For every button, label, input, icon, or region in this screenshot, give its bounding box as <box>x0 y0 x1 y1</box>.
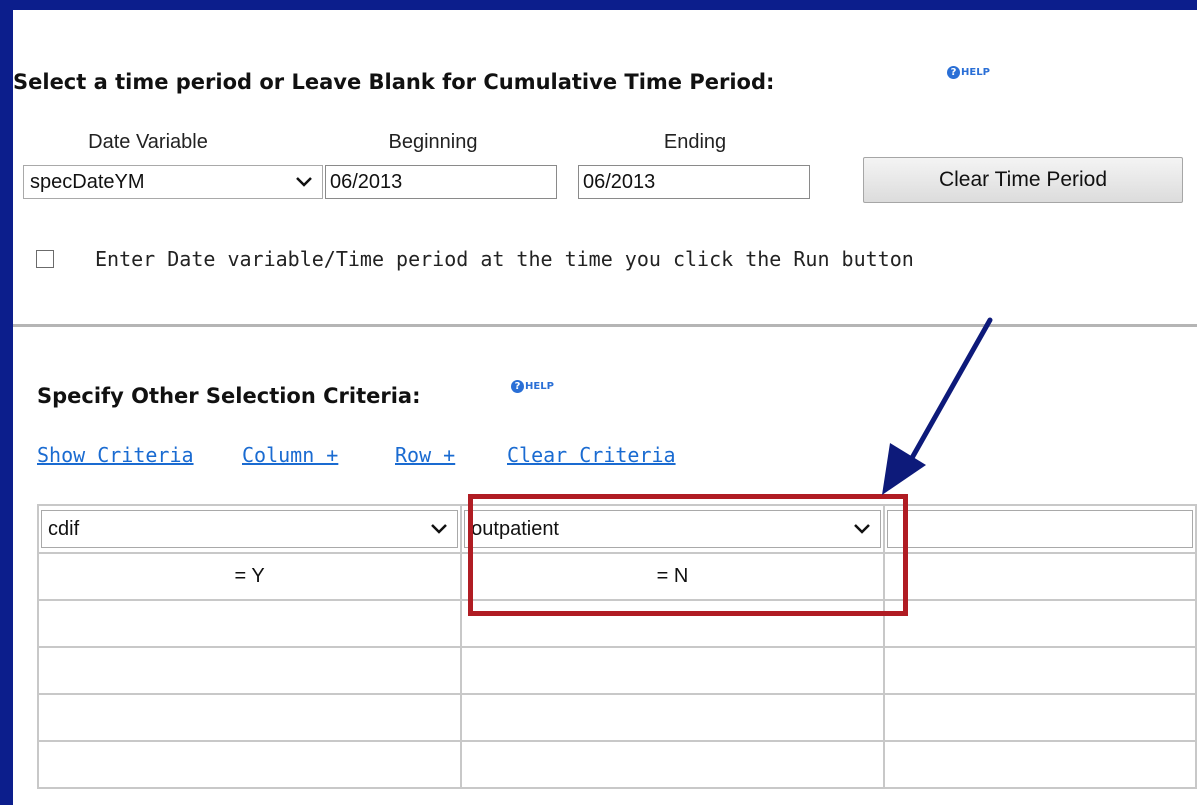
criteria-help-link[interactable]: ? HELP <box>511 380 554 393</box>
grid-cell[interactable] <box>460 599 885 648</box>
beginning-value: 06/2013 <box>330 170 403 193</box>
clear-criteria-link[interactable]: Clear Criteria <box>507 443 676 467</box>
criteria-value-cell-2[interactable]: = N <box>460 552 885 601</box>
table-row <box>36 646 1197 695</box>
grid-cell <box>882 504 1197 554</box>
value-row: = Y = N <box>36 552 1197 601</box>
table-row <box>36 740 1197 789</box>
query-panel: Select a time period or Leave Blank for … <box>13 10 1197 805</box>
question-icon: ? <box>947 66 960 79</box>
variable-value: cdif <box>48 517 80 540</box>
grid-cell[interactable] <box>460 740 885 789</box>
grid-cell[interactable] <box>882 599 1197 648</box>
criteria-variable-select-1[interactable]: cdif <box>41 510 459 548</box>
date-at-run-label: Enter Date variable/Time period at the t… <box>95 247 914 271</box>
grid-cell[interactable] <box>460 693 885 742</box>
grid-cell[interactable] <box>36 599 463 648</box>
date-variable-select[interactable]: specDateYM <box>23 165 323 199</box>
grid-cell[interactable] <box>36 740 463 789</box>
time-help-link[interactable]: ? HELP <box>947 66 990 79</box>
ending-value: 06/2013 <box>583 170 656 193</box>
criteria-variable-select-2[interactable]: outpatient <box>464 510 881 548</box>
grid-cell[interactable] <box>36 693 463 742</box>
clear-time-period-button[interactable]: Clear Time Period <box>863 157 1183 203</box>
show-criteria-link[interactable]: Show Criteria <box>37 443 194 467</box>
help-label: HELP <box>525 381 554 392</box>
table-row <box>36 693 1197 742</box>
grid-cell: outpatient <box>460 504 885 554</box>
beginning-input[interactable]: 06/2013 <box>325 165 557 199</box>
date-variable-value: specDateYM <box>30 170 145 193</box>
criteria-value-cell-3[interactable] <box>882 552 1197 601</box>
grid-cell[interactable] <box>882 740 1197 789</box>
variable-row: cdif outpatient <box>36 504 1197 554</box>
row-plus-link[interactable]: Row + <box>395 443 455 467</box>
grid-cell[interactable] <box>882 693 1197 742</box>
ending-input[interactable]: 06/2013 <box>578 165 810 199</box>
grid-cell[interactable] <box>882 646 1197 695</box>
annotation-arrow-icon <box>882 317 993 495</box>
criteria-grid: cdif outpatient = Y = N <box>36 504 1197 789</box>
help-label: HELP <box>961 67 990 78</box>
date-variable-label: Date Variable <box>88 131 208 153</box>
grid-cell[interactable] <box>460 646 885 695</box>
criteria-section-title: Specify Other Selection Criteria: <box>37 384 421 408</box>
criteria-variable-select-3[interactable] <box>886 510 1193 548</box>
beginning-label: Beginning <box>388 131 478 153</box>
ending-label: Ending <box>663 131 727 153</box>
time-section-title: Select a time period or Leave Blank for … <box>13 70 775 94</box>
question-icon: ? <box>511 380 524 393</box>
table-row <box>36 599 1197 648</box>
grid-cell: cdif <box>36 504 463 554</box>
section-divider <box>13 324 1197 327</box>
window-frame-top <box>0 0 1197 10</box>
column-plus-link[interactable]: Column + <box>242 443 338 467</box>
criteria-value-cell-1[interactable]: = Y <box>36 552 463 601</box>
chevron-down-icon <box>431 524 448 534</box>
grid-cell[interactable] <box>36 646 463 695</box>
variable-value: outpatient <box>471 517 559 540</box>
date-at-run-checkbox[interactable] <box>36 250 54 268</box>
chevron-down-icon <box>853 524 870 534</box>
chevron-down-icon <box>296 177 312 187</box>
